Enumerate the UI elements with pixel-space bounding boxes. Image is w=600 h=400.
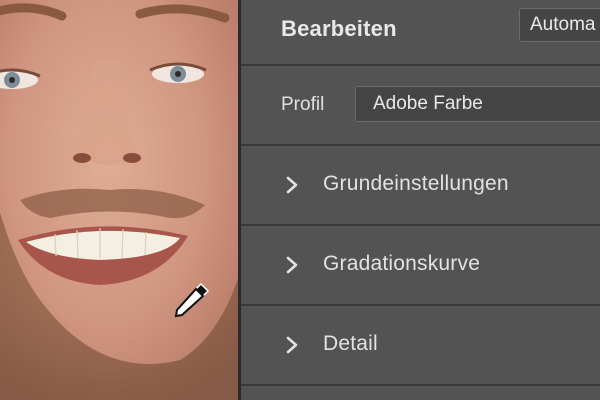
eyedropper-icon (174, 282, 210, 318)
panel-title: Bearbeiten (281, 16, 397, 41)
chevron-right-icon (286, 336, 298, 354)
photo-preview[interactable] (0, 0, 238, 400)
section-label: Detail (323, 332, 378, 355)
panel-header: Bearbeiten Automa (241, 0, 600, 66)
profile-dropdown[interactable]: Adobe Farbe (355, 86, 600, 122)
chevron-right-icon (286, 176, 298, 194)
section-label: Grundeinstellungen (323, 172, 509, 195)
auto-mode-dropdown[interactable]: Automa (519, 8, 600, 42)
section-grundeinstellungen[interactable]: Grundeinstellungen (241, 146, 600, 226)
section-detail[interactable]: Detail (241, 306, 600, 386)
section-gradationskurve[interactable]: Gradationskurve (241, 226, 600, 306)
chevron-right-icon (286, 256, 298, 274)
camera-raw-editor: Bearbeiten Automa Profil Adobe Farbe Gru… (0, 0, 600, 400)
section-label: Gradationskurve (323, 252, 481, 275)
edit-panel: Bearbeiten Automa Profil Adobe Farbe Gru… (241, 0, 600, 400)
portrait-photo (0, 0, 238, 400)
profile-label: Profil (281, 94, 325, 115)
profile-row: Profil Adobe Farbe (241, 66, 600, 146)
